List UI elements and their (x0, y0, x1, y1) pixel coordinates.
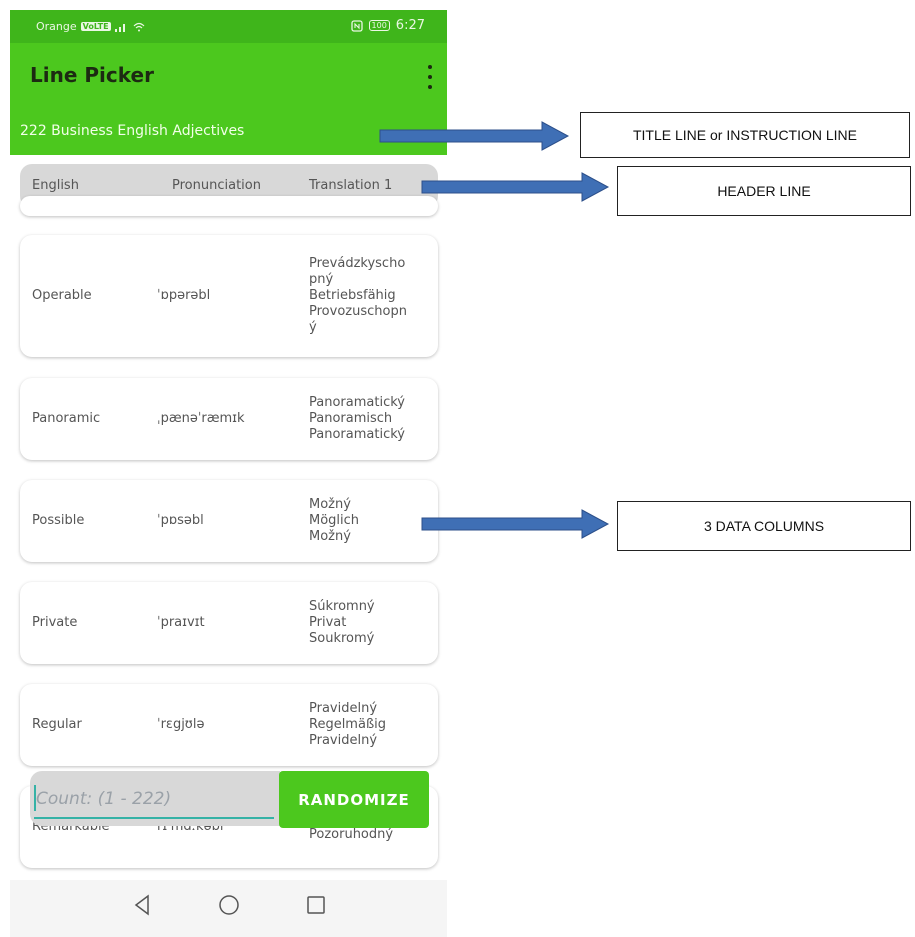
cell-translation: Pravidelný Regelmäßig Pravidelný (309, 701, 429, 749)
randomize-button[interactable]: RANDOMIZE (279, 771, 429, 828)
translation-line: Privat (309, 615, 347, 630)
cell-english: Operable (32, 288, 92, 303)
carrier-label: Orange (36, 20, 77, 33)
cell-english: Possible (32, 513, 85, 528)
header-pronunciation: Pronunciation (172, 178, 261, 193)
title-arrow (379, 121, 570, 151)
translation-line: Pozoruhodný (309, 827, 394, 842)
more-vert-icon[interactable] (425, 65, 435, 89)
back-icon[interactable] (130, 892, 156, 918)
signal-icon (114, 23, 125, 32)
translation-line: Súkromný (309, 599, 375, 614)
translation-line: Panoramisch (309, 411, 393, 426)
cell-pronunciation: ˈpɒsəbl (157, 513, 204, 528)
cell-translation: Možný Möglich Možný (309, 497, 429, 545)
cell-translation: Panoramatický Panoramisch Panoramatický (309, 395, 429, 443)
annotation-title-line: TITLE LINE or INSTRUCTION LINE (580, 112, 910, 158)
status-bar: Orange VoLTE 100 6:27 (10, 10, 447, 43)
input-underline (34, 817, 274, 819)
translation-line: ý (309, 320, 317, 335)
annotation-header-line: HEADER LINE (617, 166, 911, 216)
cell-pronunciation: ˈɒpərəbl (157, 288, 211, 303)
count-bar: Count: (1 - 222) RANDOMIZE (30, 771, 430, 828)
recents-icon[interactable] (303, 892, 329, 918)
list-item[interactable]: Possible ˈpɒsəbl Možný Möglich Možný (20, 480, 438, 562)
cell-english: Panoramic (32, 411, 101, 426)
count-input[interactable]: Count: (1 - 222) (30, 771, 280, 826)
translation-line: Panoramatický (309, 395, 405, 410)
cell-translation: Prevádzkyscho pný Betriebsfähig Provozuscho… (309, 256, 429, 336)
cell-pronunciation: ˈpraɪvɪt (157, 615, 205, 630)
translation-line: Prevádzkyscho (309, 256, 406, 271)
app-bar: Line Picker (10, 43, 447, 109)
translation-line: Panoramatický (309, 427, 405, 442)
annotation-data-columns: 3 DATA COLUMNS (617, 501, 911, 551)
list-item[interactable]: Operable ˈɒpərəbl Prevádzkyscho pný Betriebs… (20, 235, 438, 357)
translation-line: Soukromý (309, 631, 375, 646)
translation-line: Pravidelný (309, 701, 378, 716)
translation-line: pný (309, 272, 334, 287)
translation-line: Regelmäßig (309, 717, 386, 732)
translation-line: Možný (309, 497, 351, 512)
count-placeholder: Count: (1 - 222) (36, 789, 172, 809)
translation-line: Möglich (309, 513, 360, 528)
list-item[interactable] (20, 196, 438, 216)
translation-line: Možný (309, 529, 351, 544)
header-english: English (32, 178, 79, 193)
home-icon[interactable] (216, 892, 242, 918)
app-title: Line Picker (30, 63, 154, 87)
battery-icon: 100 (368, 20, 390, 31)
columns-arrow (421, 509, 610, 539)
list-item[interactable]: Private ˈpraɪvɪt Súkromný Privat Soukromý (20, 582, 438, 664)
translation-line: Pravidelný (309, 733, 378, 748)
clock: 6:27 (395, 18, 425, 33)
list-item[interactable]: Regular ˈrɛgjʊlə Pravidelný Regelmäßig Pravi… (20, 684, 438, 766)
translation-line: Betriebsfähig (309, 288, 396, 303)
volte-badge: VoLTE (80, 22, 111, 31)
navigation-bar (10, 880, 447, 937)
title-line-text: 222 Business English Adjectives (20, 123, 245, 139)
translation-line: Provozuschopn (309, 304, 407, 319)
wifi-icon (133, 22, 145, 31)
cell-translation: Súkromný Privat Soukromý (309, 599, 429, 647)
cell-pronunciation: ˈrɛgjʊlə (157, 717, 205, 732)
cell-english: Regular (32, 717, 82, 732)
list-item[interactable]: Panoramic ˌpænəˈræmɪk Panoramatický Panoram… (20, 378, 438, 460)
header-translation: Translation 1 (309, 178, 393, 193)
nfc-icon (350, 19, 363, 32)
cell-pronunciation: ˌpænəˈræmɪk (157, 411, 245, 426)
header-arrow (421, 172, 610, 202)
cell-english: Private (32, 615, 78, 630)
